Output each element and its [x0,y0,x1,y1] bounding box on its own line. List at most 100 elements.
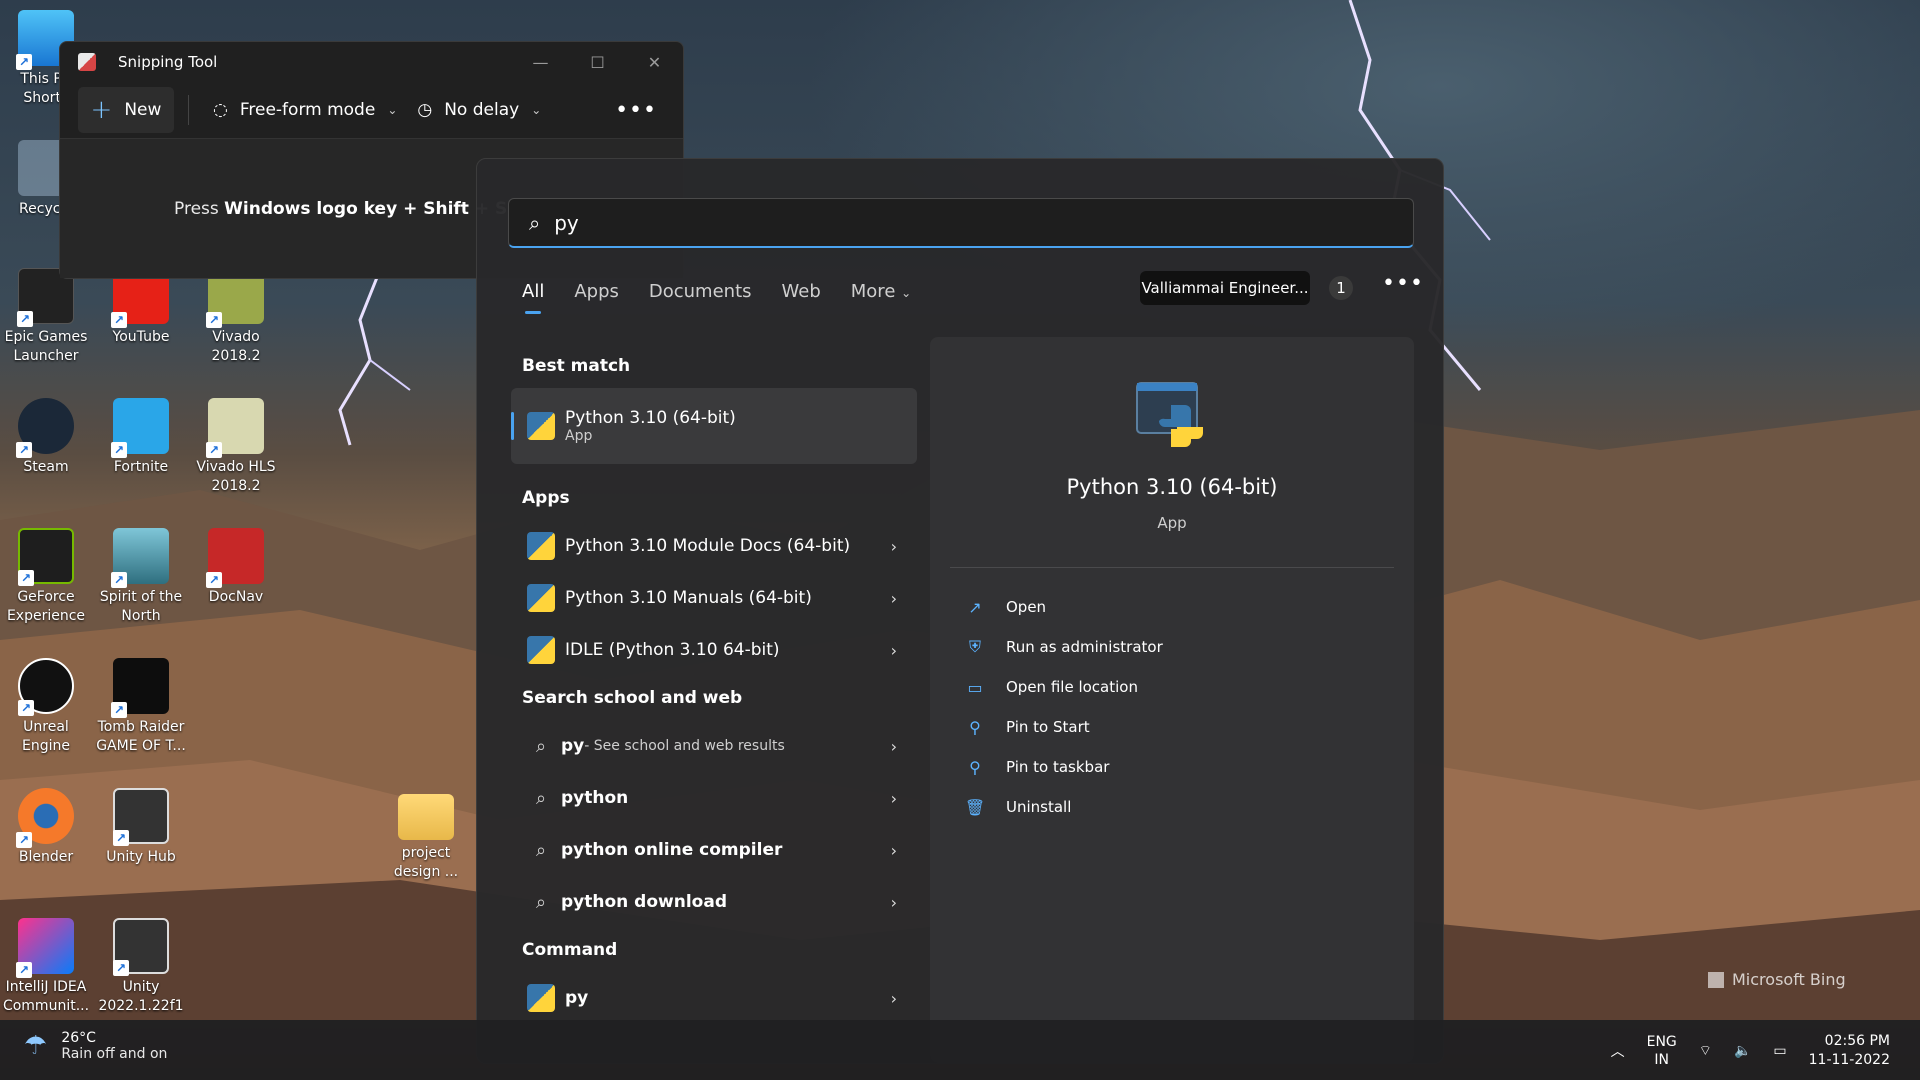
web-result-item[interactable]: ⌕ python download › [511,876,917,928]
detail-divider [950,567,1394,568]
tab-documents[interactable]: Documents [649,281,752,302]
system-tray: ︿ ENG IN ⌔ 🔈 ▭ 02:56 PM 11-11-2022 [1611,1032,1890,1070]
battery-icon[interactable]: ▭ [1773,1043,1786,1059]
unity-icon: ↗ [113,918,169,976]
snip-mode-dropdown[interactable]: ◌ Free-form mode ⌄ [203,100,407,120]
pin-to-start-action[interactable]: ⚲ Pin to Start [964,707,1163,747]
best-match-heading: Best match [522,356,631,376]
best-match-name: Python 3.10 (64-bit) [565,408,736,428]
input-language[interactable]: ENG IN [1647,1033,1677,1069]
tab-apps[interactable]: Apps [574,281,619,302]
chevron-right-icon[interactable]: › [891,989,897,1008]
desktop-icon-unity[interactable]: ↗ Unity 2022.1.22f1 [95,918,187,1016]
chevron-right-icon[interactable]: › [891,893,897,912]
desktop-icon-steam[interactable]: ↗ Steam [0,398,92,477]
open-external-icon: ↗ [968,597,982,617]
search-icon: ⌕ [529,210,541,235]
desktop-icon-project-folder[interactable]: project design ... [380,788,472,882]
chevron-right-icon[interactable]: › [891,841,897,860]
web-result-item[interactable]: ⌕ python › [511,772,917,824]
pin-to-taskbar-action[interactable]: ⚲ Pin to taskbar [964,747,1163,787]
desktop-icon-youtube[interactable]: ↗ YouTube [95,268,187,347]
desktop-icon-epic-games[interactable]: ↗ Epic Games Launcher [0,268,92,366]
pin-icon: ⚲ [969,757,981,777]
apps-heading: Apps [522,488,570,508]
maximize-icon[interactable]: ☐ [569,53,626,72]
search-filter-tabs: All Apps Documents Web More ⌄ [522,281,911,314]
folder-icon: ▭ [967,677,983,697]
desktop-icon-tomb-raider[interactable]: ↗ Tomb Raider GAME OF T... [95,658,187,756]
open-file-location-action[interactable]: ▭ Open file location [964,667,1163,707]
open-action[interactable]: ↗ Open [964,587,1163,627]
pin-icon: ⚲ [969,717,981,737]
desktop-icon-spirit-north[interactable]: ↗ Spirit of the North [95,528,187,626]
weather-temperature: 26°C [61,1030,96,1046]
desktop-icon-blender[interactable]: ↗ Blender [0,788,92,867]
minimize-icon[interactable]: — [512,53,569,72]
plus-icon: + [90,95,113,125]
rewards-badge[interactable]: 1 [1329,276,1353,300]
bing-watermark: Microsoft Bing [1708,970,1846,989]
search-input[interactable] [554,210,1355,235]
tomb-raider-icon: ↗ [111,658,169,718]
snipping-tool-title: Snipping Tool [118,53,218,71]
unity-hub-icon: ↗ [113,788,169,846]
desktop-icon-fortnite[interactable]: ↗ Fortnite [95,398,187,477]
desktop-icon-vivado[interactable]: ↗ Vivado 2018.2 [190,268,282,366]
desktop-icon-geforce[interactable]: ↗ GeForce Experience [0,528,92,626]
search-more-options-button[interactable]: ••• [1382,271,1424,296]
show-hidden-icons-chevron-icon[interactable]: ︿ [1611,1041,1625,1061]
new-snip-button[interactable]: + New [78,87,174,133]
app-result-item[interactable]: IDLE (Python 3.10 64-bit) › [511,624,917,676]
tab-web[interactable]: Web [782,281,821,302]
more-options-button[interactable]: ••• [615,98,665,123]
desktop-icon-unreal[interactable]: ↗ Unreal Engine [0,658,92,756]
run-as-admin-action[interactable]: ⛨ Run as administrator [964,627,1163,667]
search-box[interactable]: ⌕ [508,198,1414,248]
weather-description: Rain off and on [61,1046,168,1062]
python-app-icon [527,412,555,440]
clock[interactable]: 02:56 PM 11-11-2022 [1809,1032,1890,1070]
result-detail-pane: Python 3.10 (64-bit) App ↗ Open ⛨ Run as… [930,337,1414,1063]
snipping-tool-toolbar: + New ◌ Free-form mode ⌄ ◷ No delay ⌄ ••… [60,82,683,138]
hint-shortcut: Windows logo key + Shift + S [224,199,508,219]
delay-dropdown[interactable]: ◷ No delay ⌄ [407,100,551,120]
weather-widget[interactable]: ☂ 26°C Rain off and on [24,1030,167,1062]
snipping-tool-titlebar[interactable]: Snipping Tool — ☐ ✕ [60,42,683,82]
command-result-item[interactable]: py › [511,972,917,1024]
chevron-right-icon[interactable]: › [891,537,897,556]
web-result-item[interactable]: ⌕ py - See school and web results › [511,720,917,772]
chevron-right-icon[interactable]: › [891,737,897,756]
chevron-right-icon[interactable]: › [891,641,897,660]
close-icon[interactable]: ✕ [626,53,683,72]
detail-actions: ↗ Open ⛨ Run as administrator ▭ Open fil… [964,587,1163,827]
geforce-icon: ↗ [18,528,74,586]
best-match-type: App [565,428,593,444]
app-result-item[interactable]: Python 3.10 Manuals (64-bit) › [511,572,917,624]
python-launcher-icon [527,984,555,1012]
tab-all[interactable]: All [522,281,544,314]
vivado-hls-icon: ↗ [206,398,264,458]
desktop-icon-docnav[interactable]: ↗ DocNav [190,528,282,607]
desktop-icon-intellij[interactable]: ↗ IntelliJ IDEA Communit... [0,918,92,1016]
uninstall-action[interactable]: 🗑 Uninstall [964,787,1163,827]
clock-date: 11-11-2022 [1808,1052,1890,1068]
chevron-right-icon[interactable]: › [891,789,897,808]
best-match-item[interactable]: Python 3.10 (64-bit) App [511,388,917,464]
detail-app-type: App [1157,514,1187,532]
desktop-icon-vivado-hls[interactable]: ↗ Vivado HLS 2018.2 [190,398,282,496]
blender-icon: ↗ [16,788,74,848]
chevron-down-icon: ⌄ [901,286,912,300]
tab-more[interactable]: More ⌄ [851,281,911,302]
organization-button[interactable]: Valliammai Engineer... [1140,271,1310,305]
start-search-panel: ⌕ All Apps Documents Web More ⌄ Valliamm… [476,158,1444,1064]
shield-admin-icon: ⛨ [968,637,981,656]
chevron-down-icon: ⌄ [387,103,398,117]
clock-time: 02:56 PM [1824,1033,1890,1049]
wifi-icon[interactable]: ⌔ [1699,1042,1712,1060]
web-result-item[interactable]: ⌕ python online compiler › [511,824,917,876]
chevron-right-icon[interactable]: › [891,589,897,608]
volume-icon[interactable]: 🔈 [1734,1043,1751,1059]
app-result-item[interactable]: Python 3.10 Module Docs (64-bit) › [511,520,917,572]
desktop-icon-unity-hub[interactable]: ↗ Unity Hub [95,788,187,867]
